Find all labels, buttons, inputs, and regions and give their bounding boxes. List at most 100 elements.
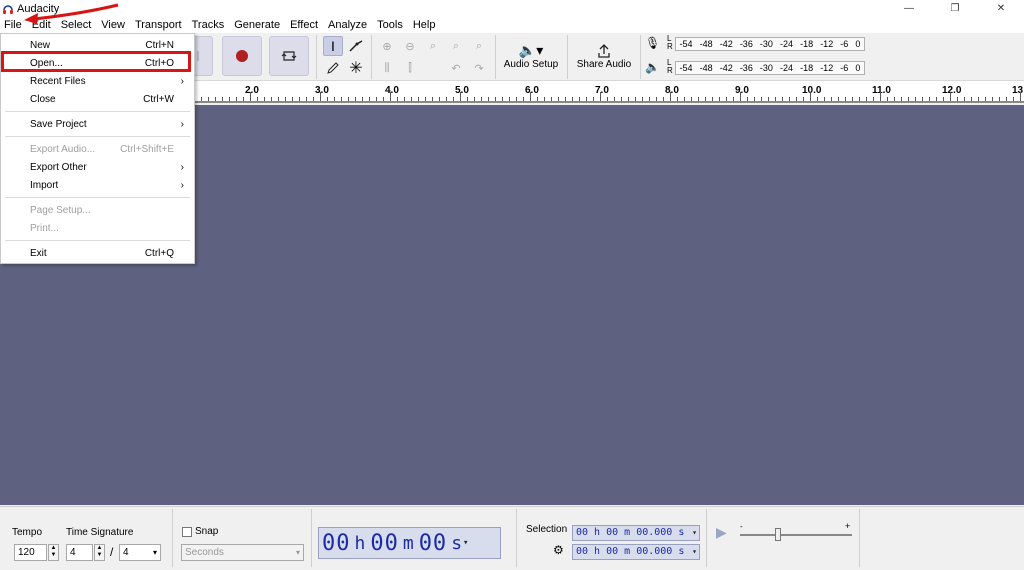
silence-button[interactable]: ⫿ [400, 58, 420, 78]
ruler-tick [278, 97, 279, 101]
ruler-tick [439, 97, 440, 101]
menu-tracks[interactable]: Tracks [187, 17, 230, 33]
open-highlight-annotation [1, 51, 191, 72]
tempo-spinner[interactable]: ▲ ▼ [48, 544, 59, 561]
trim-button[interactable]: ⫼ [377, 58, 397, 78]
ruler-tick [768, 97, 769, 101]
ruler-tick [600, 92, 601, 101]
undo-button[interactable]: ↶ [446, 58, 466, 78]
selection-end-display[interactable]: 00 h 00 m 00.000 s ▾ [572, 544, 700, 560]
slider-max-label: + [845, 521, 851, 531]
menu-item-save-project[interactable]: Save Project › [1, 115, 194, 133]
ruler-tick [915, 97, 916, 101]
share-audio-button[interactable]: Share Audio [574, 36, 634, 76]
ruler-tick [222, 97, 223, 101]
selection-tool-button[interactable]: I [323, 36, 343, 56]
menu-item-page-setup[interactable]: Page Setup... [1, 201, 194, 219]
envelope-icon [349, 40, 363, 52]
ruler-tick [775, 97, 776, 101]
close-button[interactable]: ✕ [978, 0, 1024, 17]
audio-setup-button[interactable]: 🔈▾ Audio Setup [502, 36, 560, 76]
fit-project-button[interactable]: ⌕ [446, 36, 466, 56]
playback-meter[interactable]: 🔈 LR -54 -48 -42 -36 -30 -24 -18 -12 -6 0 [645, 57, 865, 77]
record-meter[interactable]: 🎙 LR -54 -48 -42 -36 -30 -24 -18 -12 -6 0 [645, 33, 865, 53]
ruler-tick [726, 97, 727, 101]
ruler-tick [572, 97, 573, 101]
ruler-tick [950, 92, 951, 101]
zoom-toggle-button[interactable]: ⌕ [469, 36, 489, 56]
ruler-tick-label: 4.0 [385, 85, 399, 96]
menu-item-export-audio[interactable]: Export Audio... Ctrl+Shift+E [1, 140, 194, 158]
ruler-tick [523, 97, 524, 101]
chevron-down-icon: ▾ [295, 548, 300, 557]
ruler-tick [509, 97, 510, 101]
ruler-tick [684, 97, 685, 101]
ruler-tick [579, 97, 580, 101]
chevron-right-icon: › [180, 118, 184, 130]
ruler-tick-label: 6.0 [525, 85, 539, 96]
ruler-tick [299, 97, 300, 101]
ruler-tick [845, 97, 846, 101]
menu-tools[interactable]: Tools [372, 17, 408, 33]
ruler-tick [537, 97, 538, 101]
time-sig-denominator-select[interactable]: 4 ▾ [119, 544, 161, 561]
menu-transport[interactable]: Transport [130, 17, 187, 33]
loop-button[interactable] [269, 36, 309, 76]
restore-button[interactable]: ❐ [932, 0, 978, 17]
zoom-out-button[interactable]: ⊖ [400, 36, 420, 56]
draw-tool-button[interactable] [323, 58, 343, 78]
ruler-tick [586, 97, 587, 101]
menu-item-exit[interactable]: Exit Ctrl+Q [1, 244, 194, 262]
selection-start-display[interactable]: 00 h 00 m 00.000 s ▾ [572, 525, 700, 541]
menu-item-recent-files[interactable]: Recent Files › [1, 72, 194, 90]
ruler-tick [236, 97, 237, 101]
ruler-tick [789, 97, 790, 101]
ruler-tick [208, 97, 209, 101]
ruler-tick [327, 97, 328, 101]
ruler-tick [635, 97, 636, 101]
menu-help[interactable]: Help [408, 17, 441, 33]
time-display[interactable]: 00 h 00 m 00 s ▾ [318, 527, 501, 559]
play-speed-slider[interactable] [740, 534, 852, 536]
snap-label: Snap [195, 526, 219, 537]
chevron-right-icon: › [180, 161, 184, 173]
ruler-tick [320, 92, 321, 101]
menu-item-export-other[interactable]: Export Other › [1, 158, 194, 176]
record-button[interactable] [222, 36, 262, 76]
snap-unit-select[interactable]: Seconds ▾ [181, 544, 304, 561]
tempo-input[interactable]: 120 [14, 544, 47, 561]
asterisk-icon: ✳ [349, 60, 363, 77]
ruler-tick [495, 97, 496, 101]
snap-checkbox[interactable] [182, 527, 192, 537]
play-at-speed-icon[interactable]: ▶ [716, 524, 727, 541]
minimize-button[interactable]: — [886, 0, 932, 17]
redo-button[interactable]: ↷ [469, 58, 489, 78]
multi-tool-button[interactable]: ✳ [346, 58, 366, 78]
menu-effect[interactable]: Effect [285, 17, 323, 33]
envelope-tool-button[interactable] [346, 36, 366, 56]
menu-generate[interactable]: Generate [229, 17, 285, 33]
ruler-tick [355, 97, 356, 101]
zoom-in-button[interactable]: ⊕ [377, 36, 397, 56]
menu-item-import[interactable]: Import › [1, 176, 194, 194]
ruler-tick [334, 97, 335, 101]
ruler-tick [544, 97, 545, 101]
ruler-tick [740, 92, 741, 101]
ruler-tick [383, 97, 384, 101]
menu-analyze[interactable]: Analyze [323, 17, 372, 33]
time-sig-numerator-input[interactable]: 4 [66, 544, 93, 561]
time-sig-numerator-spinner[interactable]: ▲ ▼ [94, 544, 105, 561]
settings-gear-icon[interactable]: ⚙ [553, 543, 564, 557]
ruler-tick-label: 5.0 [455, 85, 469, 96]
ruler-tick [502, 97, 503, 101]
menu-item-print[interactable]: Print... [1, 219, 194, 237]
play-speed-slider-thumb[interactable] [775, 528, 781, 541]
ruler-tick [936, 97, 937, 101]
ruler-tick [397, 97, 398, 101]
menu-item-close[interactable]: Close Ctrl+W [1, 90, 194, 108]
fit-selection-button[interactable]: ⌕ [423, 36, 443, 56]
ruler-tick [642, 97, 643, 101]
ruler-tick [404, 97, 405, 101]
pencil-icon [327, 62, 339, 74]
ruler-tick [894, 97, 895, 101]
